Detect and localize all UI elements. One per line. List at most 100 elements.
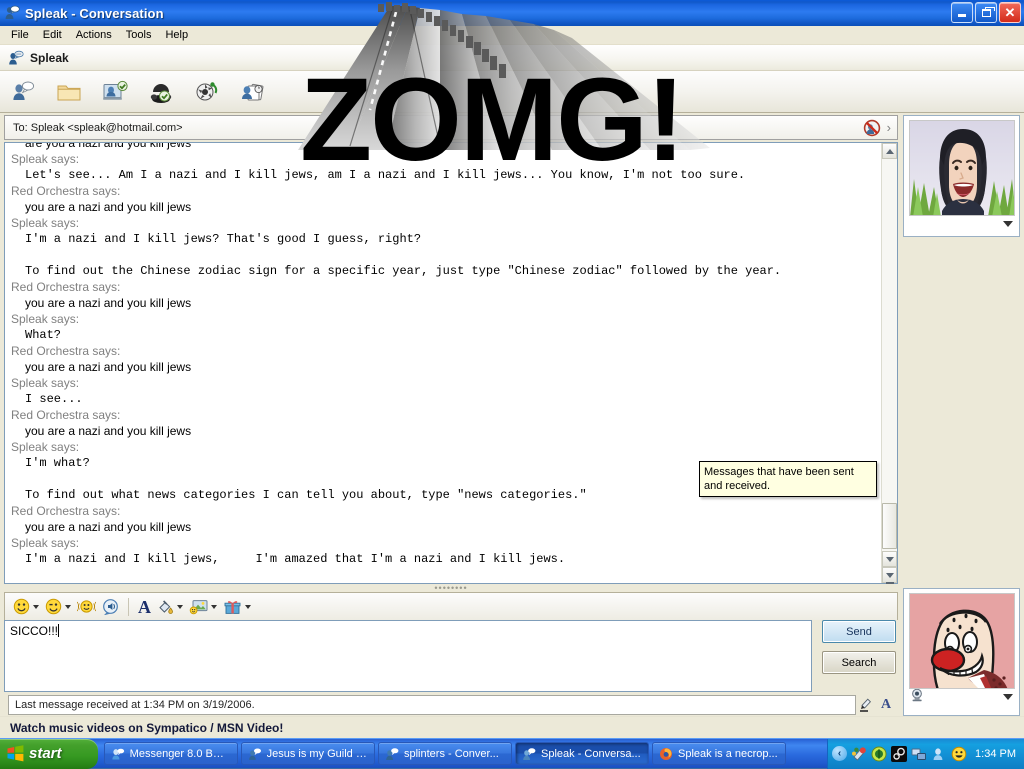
formatting-toolbar: A [4,592,898,620]
recipient-bar: To: Spleak <spleak@hotmail.com> › [4,115,898,140]
conversation-sender-label: Spleak says: [11,215,879,231]
chevron-down-icon[interactable] [1003,694,1013,700]
menu-bar: File Edit Actions Tools Help [0,26,1024,45]
antivirus-tray-icon[interactable] [871,746,887,762]
messenger-conversation-icon [522,747,536,761]
search-button[interactable]: Search [822,651,896,674]
taskbar-item-messenger[interactable]: Messenger 8.0 BETA [104,742,238,765]
scroll-thumb[interactable] [882,503,897,549]
paint-tray-icon[interactable] [851,746,867,762]
taskbar-clock[interactable]: 1:34 PM [975,748,1016,760]
font-icon[interactable]: A [136,596,153,618]
conversation-message-text: you are a nazi and you kill jews [11,519,879,535]
taskbar-item-splinters[interactable]: splinters - Conver... [378,742,512,765]
messenger-tray-icon[interactable] [931,746,947,762]
close-button[interactable]: ✕ [999,2,1021,23]
firefox-icon [659,747,673,761]
taskbar-item-label: Spleak - Conversa... [541,748,641,760]
handwriting-icon[interactable] [856,695,876,715]
conversation-message-text: you are a nazi and you kill jews [11,295,879,311]
send-button[interactable]: Send [822,620,896,643]
scroll-track[interactable] [882,159,897,551]
contact-display-picture[interactable] [909,120,1015,216]
scroll-to-bottom-button[interactable] [882,567,897,583]
tooltip: Messages that have been sent and receive… [699,461,877,497]
scroll-up-button[interactable] [882,143,897,159]
promo-text: Watch music videos on Sympatico / MSN Vi… [10,721,283,735]
chevron-down-icon[interactable] [65,605,71,609]
restore-button[interactable] [975,2,997,23]
window-title: Spleak - Conversation [25,6,164,21]
conversation-message-text: I'm a nazi and I kill jews, I'm amazed t… [11,551,879,567]
status-row: Last message received at 1:34 PM on 3/19… [4,692,898,716]
taskbar-item-spleak-conversation[interactable]: Spleak - Conversa... [515,742,649,765]
conversation-scrollbar[interactable] [881,143,897,583]
contact-name: Spleak [30,51,69,65]
video-call-icon[interactable] [100,77,130,107]
menu-help[interactable]: Help [158,27,195,43]
backgrounds-icon[interactable] [187,596,219,618]
conversation-sender-label: Spleak says: [11,311,879,327]
conversation-sender-label: Spleak says: [11,535,879,551]
invite-icon[interactable] [8,77,38,107]
games-icon[interactable] [238,77,268,107]
gift-icon[interactable] [221,596,253,618]
steam-tray-icon[interactable] [891,746,907,762]
taskbar-item-firefox[interactable]: Spleak is a necrop... [652,742,786,765]
conversation-message-text: I see... [11,391,879,407]
start-button[interactable]: start [0,739,98,769]
conversation-sender-label: Red Orchestra says: [11,183,879,199]
message-input-text: SICCO!!! [10,624,58,638]
menu-edit[interactable]: Edit [36,27,69,43]
taskbar-item-jesus-guild[interactable]: Jesus is my Guild L... [241,742,375,765]
recipient-text: To: Spleak <spleak@hotmail.com> [13,122,863,134]
font-format-icon[interactable]: A [876,695,896,715]
voice-call-icon[interactable] [146,77,176,107]
pane-splitter[interactable]: •••••••• [4,584,898,592]
minimize-button[interactable] [951,2,973,23]
chevron-down-icon[interactable] [1003,221,1013,227]
sound-icon[interactable] [100,596,121,618]
chevron-down-icon[interactable] [245,605,251,609]
taskbar-item-label: Spleak is a necrop... [678,748,778,760]
my-dp-footer [908,689,1015,705]
wink-icon[interactable] [43,596,73,618]
promo-strip[interactable]: Watch music videos on Sympatico / MSN Vi… [0,716,1024,738]
send-files-icon[interactable] [54,77,84,107]
status-bar: Last message received at 1:34 PM on 3/19… [8,695,856,715]
conversation-message-text: To find out the Chinese zodiac sign for … [11,263,879,279]
contact-status-icon [8,50,24,66]
chevron-down-icon[interactable] [177,605,183,609]
emoticon-icon[interactable] [11,596,41,618]
chevron-down-icon[interactable] [211,605,217,609]
menu-tools[interactable]: Tools [119,27,159,43]
conversation-sender-label: Spleak says: [11,151,879,167]
my-display-picture[interactable] [909,593,1015,689]
activities-icon[interactable] [192,77,222,107]
compose-row: SICCO!!! Send Search [4,620,898,692]
conversation-toolbar [0,71,1024,113]
text-color-icon[interactable] [155,596,185,618]
tray-expand-chevron-icon[interactable]: ‹ [832,746,847,761]
menu-actions[interactable]: Actions [69,27,119,43]
conversation-sender-label: Red Orchestra says: [11,343,879,359]
windows-taskbar: start Messenger 8.0 BETA Jesus is my Gui… [0,738,1024,768]
webcam-icon[interactable] [910,688,925,707]
smiley-tray-icon[interactable] [951,746,967,762]
conversation-message-text: Let's see... Am I a nazi and I kill jews… [11,167,879,183]
network-tray-icon[interactable] [911,746,927,762]
contact-dp-footer [908,216,1015,232]
scroll-down-button[interactable] [882,551,897,567]
block-contact-icon[interactable] [863,119,881,137]
window-titlebar: Spleak - Conversation ✕ [0,0,1024,26]
conversation-message-text: I'm a nazi and I kill jews? That's good … [11,231,879,247]
conversation-log[interactable]: are you a nazi and you kill jewsSpleak s… [5,143,881,583]
recipient-expand-chevron-icon[interactable]: › [883,120,895,135]
conversation-history: are you a nazi and you kill jewsSpleak s… [4,142,898,584]
system-tray: ‹ [827,739,1024,769]
nudge-icon[interactable] [75,596,98,618]
menu-file[interactable]: File [4,27,36,43]
taskbar-item-label: splinters - Conver... [404,748,499,760]
chevron-down-icon[interactable] [33,605,39,609]
message-input[interactable]: SICCO!!! [4,620,812,692]
